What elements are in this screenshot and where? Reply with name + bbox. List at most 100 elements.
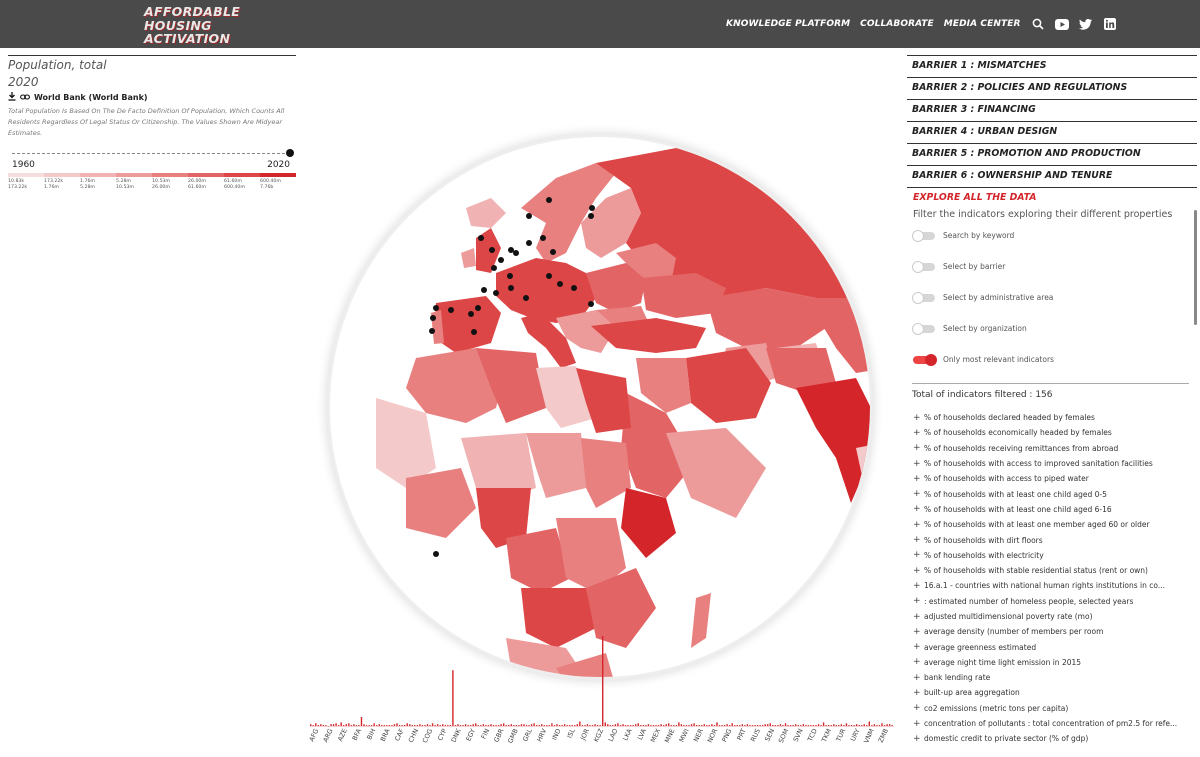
nav-collaborate[interactable]: COLLABORATE xyxy=(860,19,934,29)
chart-bar[interactable] xyxy=(746,724,749,726)
chart-bar[interactable] xyxy=(393,724,396,726)
chart-bar[interactable] xyxy=(391,725,393,726)
chart-bar[interactable] xyxy=(475,723,477,726)
chart-bar[interactable] xyxy=(431,723,434,726)
chart-bar[interactable] xyxy=(376,725,378,726)
chart-bar[interactable] xyxy=(553,725,556,726)
chart-bar[interactable] xyxy=(761,725,764,726)
chart-bar[interactable] xyxy=(607,724,609,726)
chart-bar[interactable] xyxy=(546,725,548,726)
chart-bar[interactable] xyxy=(701,725,703,726)
chart-bar[interactable] xyxy=(528,725,530,726)
chart-bar[interactable] xyxy=(477,725,479,726)
chart-bar[interactable] xyxy=(586,724,589,726)
chart-bar[interactable] xyxy=(695,725,698,726)
chart-bar[interactable] xyxy=(665,724,667,726)
chart-bar[interactable] xyxy=(467,725,469,726)
indicator-list-item[interactable]: +% of households with at least one child… xyxy=(913,486,1197,501)
chart-bar[interactable] xyxy=(749,725,751,726)
chart-bar[interactable] xyxy=(690,724,693,726)
chart-bar[interactable] xyxy=(688,725,690,726)
chart-bar[interactable] xyxy=(711,724,713,726)
chart-bar[interactable] xyxy=(381,725,383,726)
chart-bar[interactable] xyxy=(495,725,497,726)
chart-bar[interactable] xyxy=(716,722,718,726)
indicator-list-item[interactable]: +16.a.1 - countries with national human … xyxy=(913,578,1197,593)
chart-bar[interactable] xyxy=(754,725,756,726)
toggle-switch[interactable] xyxy=(912,229,935,242)
twitter-icon[interactable] xyxy=(1079,17,1093,31)
plus-icon[interactable]: + xyxy=(913,428,921,438)
chart-bar[interactable] xyxy=(635,724,637,726)
chart-bar[interactable] xyxy=(827,725,830,726)
chart-bar[interactable] xyxy=(459,725,462,726)
chart-bar[interactable] xyxy=(589,725,591,726)
chart-bar[interactable] xyxy=(777,725,779,726)
chart-bar[interactable] xyxy=(365,725,368,726)
chart-bar[interactable] xyxy=(591,725,594,726)
chart-bar[interactable] xyxy=(657,725,660,726)
chart-bar[interactable] xyxy=(378,724,380,726)
chart-bar[interactable] xyxy=(556,724,558,726)
chart-bar[interactable] xyxy=(584,725,586,726)
chart-bar[interactable] xyxy=(388,725,391,726)
chart-bar[interactable] xyxy=(764,724,766,726)
chart-bar[interactable] xyxy=(668,723,670,726)
plus-icon[interactable]: + xyxy=(913,535,921,545)
chart-bar[interactable] xyxy=(739,725,741,726)
chart-bar[interactable] xyxy=(353,724,355,726)
chart-bar[interactable] xyxy=(617,723,619,726)
chart-bar[interactable] xyxy=(706,725,708,726)
plus-icon[interactable]: + xyxy=(913,688,921,698)
chart-bar[interactable] xyxy=(812,725,815,726)
chart-bar[interactable] xyxy=(320,724,322,726)
chart-bar[interactable] xyxy=(482,724,485,726)
chart-bar[interactable] xyxy=(807,725,810,726)
chart-bar[interactable] xyxy=(472,724,474,726)
chart-bar[interactable] xyxy=(574,725,576,726)
filter-toggle-row[interactable]: Select by barrier xyxy=(907,251,1197,282)
chart-bar[interactable] xyxy=(645,725,647,726)
chart-bar[interactable] xyxy=(843,725,845,726)
chart-bar[interactable] xyxy=(510,724,512,726)
plus-icon[interactable]: + xyxy=(913,443,921,453)
chart-bar[interactable] xyxy=(360,717,363,726)
chart-bar[interactable] xyxy=(406,723,408,726)
chart-bar[interactable] xyxy=(419,724,421,726)
barrier-3-link[interactable]: BARRIER 3 : FINANCING xyxy=(907,99,1197,121)
chart-bar[interactable] xyxy=(794,724,797,726)
chart-bar[interactable] xyxy=(330,724,332,726)
chart-bar[interactable] xyxy=(505,725,507,726)
chart-bar[interactable] xyxy=(632,725,634,726)
explore-all-data-title[interactable]: EXPLORE ALL THE DATA xyxy=(907,187,1197,203)
chart-bar[interactable] xyxy=(457,724,459,726)
filter-toggle-row[interactable]: Select by administrative area xyxy=(907,282,1197,313)
chart-bar[interactable] xyxy=(480,725,482,726)
chart-bar[interactable] xyxy=(523,724,525,726)
chart-bar[interactable] xyxy=(502,723,505,726)
indicator-list-item[interactable]: + built-up area aggregation xyxy=(913,685,1197,700)
chart-bar[interactable] xyxy=(492,725,495,726)
chart-bar[interactable] xyxy=(368,725,370,726)
chart-bar[interactable] xyxy=(640,725,642,726)
chart-bar[interactable] xyxy=(759,725,761,726)
chart-bar[interactable] xyxy=(825,725,827,726)
indicator-list-item[interactable]: +% of households receiving remittances f… xyxy=(913,441,1197,456)
chart-bar[interactable] xyxy=(817,724,820,726)
plus-icon[interactable]: + xyxy=(913,489,921,499)
chart-bar[interactable] xyxy=(883,725,886,726)
chart-bar[interactable] xyxy=(650,725,652,726)
chart-bar[interactable] xyxy=(789,725,792,726)
chart-bar[interactable] xyxy=(429,725,431,726)
chart-bar[interactable] xyxy=(853,725,855,726)
chart-bar[interactable] xyxy=(599,725,601,726)
chart-bar[interactable] xyxy=(337,725,340,726)
chart-bar[interactable] xyxy=(845,723,848,726)
chart-bar[interactable] xyxy=(487,725,490,726)
download-icon[interactable] xyxy=(8,92,16,103)
chart-bar[interactable] xyxy=(416,725,419,726)
chart-bar[interactable] xyxy=(662,725,665,726)
chart-bar[interactable] xyxy=(535,725,538,726)
chart-bar[interactable] xyxy=(403,725,406,726)
chart-bar[interactable] xyxy=(619,725,622,726)
